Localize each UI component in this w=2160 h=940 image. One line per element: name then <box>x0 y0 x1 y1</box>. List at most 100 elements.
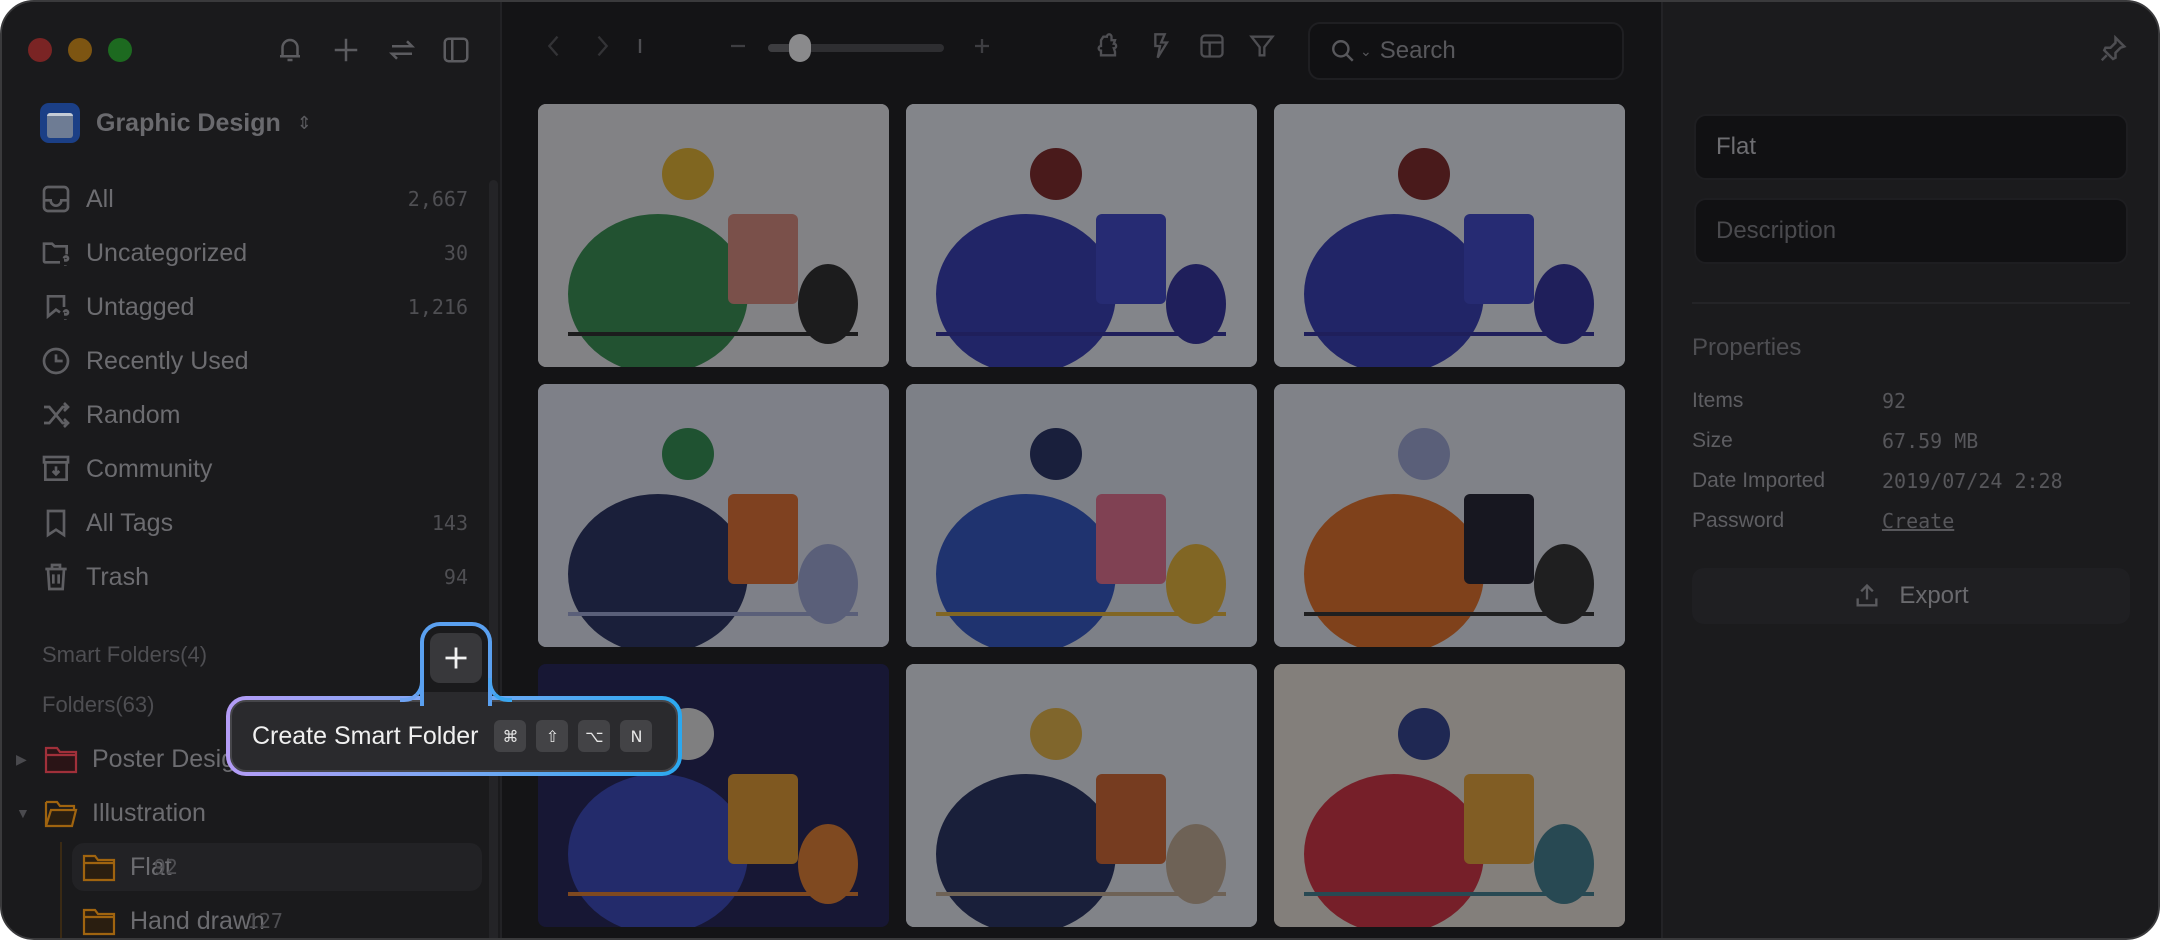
actions-button[interactable] <box>1146 32 1174 65</box>
add-button[interactable] <box>328 32 364 68</box>
plus-icon <box>445 647 467 669</box>
create-smart-folder-tooltip: Create Smart Folder ⌘ ⇧ ⌥ N <box>226 694 682 776</box>
sidebar-item-count: 1,216 <box>407 295 468 319</box>
minus-icon <box>731 44 745 48</box>
chevron-down-icon[interactable]: ⌄ <box>1360 43 1372 60</box>
folder-item-illustration[interactable]: ▼ Illustration <box>2 786 492 840</box>
property-key: Size <box>1692 429 1733 452</box>
folder-count: 127 <box>246 909 283 933</box>
create-password-link[interactable]: Create <box>1882 509 1954 533</box>
description-field[interactable] <box>1694 198 2128 264</box>
property-date-imported: Date Imported 2019/07/24 2:28 <box>1692 469 2063 493</box>
maximize-window-button[interactable] <box>108 38 132 62</box>
search-input[interactable] <box>1379 37 1580 65</box>
trash-icon <box>45 563 67 591</box>
app-window: Graphic Design ⇕ All 2,667 Uncategorized… <box>0 0 2160 940</box>
export-icon <box>1856 583 1878 607</box>
sidebar-nav: All 2,667 Uncategorized 30 Untagged 1,21… <box>40 172 480 604</box>
grid-item-woman-laptop-parrot-copy[interactable] <box>1274 104 1625 367</box>
clock-icon <box>42 347 70 375</box>
property-key: Password <box>1692 509 1785 532</box>
grid-item-man-orange-shirt-cat[interactable] <box>1274 384 1625 647</box>
sidebar: Graphic Design ⇕ All 2,667 Uncategorized… <box>2 2 502 938</box>
sidebar-item-community[interactable]: Community <box>40 442 480 496</box>
library-logo-icon <box>40 103 80 143</box>
archive-download-icon <box>42 455 70 481</box>
sidebar-item-all-tags[interactable]: All Tags 143 <box>40 496 480 550</box>
filter-icon <box>1249 35 1275 57</box>
toggle-sidebar-button[interactable] <box>438 32 474 68</box>
library-name: Graphic Design <box>96 108 281 137</box>
shuffle-icon <box>44 402 70 428</box>
property-key: Items <box>1692 389 1744 412</box>
grid-item-fisherman-cat-boat[interactable] <box>906 664 1257 927</box>
grid-item-man-phone-video-call[interactable] <box>906 384 1257 647</box>
folder-count: 92 <box>153 855 178 879</box>
properties-title: Properties <box>1692 334 1802 361</box>
plugins-button[interactable] <box>1094 32 1122 65</box>
highlight-frame-joint <box>424 692 488 704</box>
inbox-icon <box>42 185 70 213</box>
search-box[interactable]: ⌄ <box>1308 22 1624 80</box>
pin-button[interactable] <box>2098 34 2128 69</box>
minimize-window-button[interactable] <box>68 38 92 62</box>
plus-icon <box>334 38 358 62</box>
property-items: Items 92 <box>1692 389 1906 413</box>
export-label: Export <box>1899 582 1969 609</box>
smart-folders-header[interactable]: Smart Folders(4) <box>42 642 207 668</box>
folder-item-hand-drawn[interactable]: Hand drawn 127 <box>2 894 492 938</box>
sidebar-item-all[interactable]: All 2,667 <box>40 172 480 226</box>
grid-item-woman-laptop-parrot[interactable] <box>906 104 1257 367</box>
caret-down-icon[interactable]: ▼ <box>16 805 30 821</box>
swap-button[interactable] <box>384 32 420 68</box>
sidebar-item-trash[interactable]: Trash 94 <box>40 550 480 604</box>
property-password: Password Create <box>1692 509 1954 533</box>
folders-header[interactable]: Folders(63) <box>42 692 154 718</box>
property-size: Size 67.59 MB <box>1692 429 1978 453</box>
pin-icon <box>2100 34 2127 62</box>
folder-name-input[interactable] <box>1716 133 2126 161</box>
grid-item-painter-easel-cat[interactable] <box>1274 664 1625 927</box>
slider-knob[interactable] <box>789 34 812 62</box>
folder-question-icon <box>42 242 70 266</box>
sidebar-item-uncategorized[interactable]: Uncategorized 30 <box>40 226 480 280</box>
zoom-out-button[interactable] <box>724 32 752 65</box>
description-input[interactable] <box>1716 217 2126 245</box>
back-button[interactable] <box>540 32 568 65</box>
folder-icon <box>82 854 116 882</box>
folder-open-icon <box>44 800 78 828</box>
forward-button[interactable] <box>588 32 616 65</box>
toolbar-separator <box>626 32 654 65</box>
chevron-left-icon <box>547 35 559 57</box>
library-switcher[interactable]: Graphic Design ⇕ <box>40 103 312 143</box>
grid-item-woman-on-stool-laptop[interactable] <box>538 384 889 647</box>
folder-label: Illustration <box>92 798 206 827</box>
folder-item-flat[interactable]: Flat 92 <box>2 840 492 894</box>
create-smart-folder-button[interactable] <box>430 633 482 683</box>
sidebar-item-count: 2,667 <box>407 187 468 211</box>
folder-name-field[interactable] <box>1694 114 2128 180</box>
thumbnail-size-slider[interactable] <box>768 34 944 62</box>
plus-icon <box>975 39 989 53</box>
layout-icon <box>1200 34 1224 58</box>
property-value: 92 <box>1882 389 1907 413</box>
sidebar-item-random[interactable]: Random <box>40 388 480 442</box>
lightning-icon <box>1154 33 1170 59</box>
sidebar-item-untagged[interactable]: Untagged 1,216 <box>40 280 480 334</box>
filter-button[interactable] <box>1248 32 1276 65</box>
notifications-button[interactable] <box>272 32 308 68</box>
property-value: 67.59 MB <box>1882 429 1979 453</box>
property-key: Date Imported <box>1692 469 1826 492</box>
property-value: 2019/07/24 2:28 <box>1882 469 2063 493</box>
sidebar-item-label: All Tags <box>86 508 174 537</box>
zoom-in-button[interactable] <box>968 32 996 65</box>
chevron-up-down-icon: ⇕ <box>296 112 312 133</box>
divider <box>1692 302 2130 304</box>
tag-question-icon <box>46 295 70 320</box>
sidebar-item-recently-used[interactable]: Recently Used <box>40 334 480 388</box>
export-button[interactable]: Export <box>1692 568 2130 624</box>
grid-item-man-with-laptop-green[interactable] <box>538 104 889 367</box>
caret-right-icon[interactable]: ▶ <box>16 751 30 768</box>
close-window-button[interactable] <box>28 38 52 62</box>
layout-button[interactable] <box>1198 32 1226 65</box>
